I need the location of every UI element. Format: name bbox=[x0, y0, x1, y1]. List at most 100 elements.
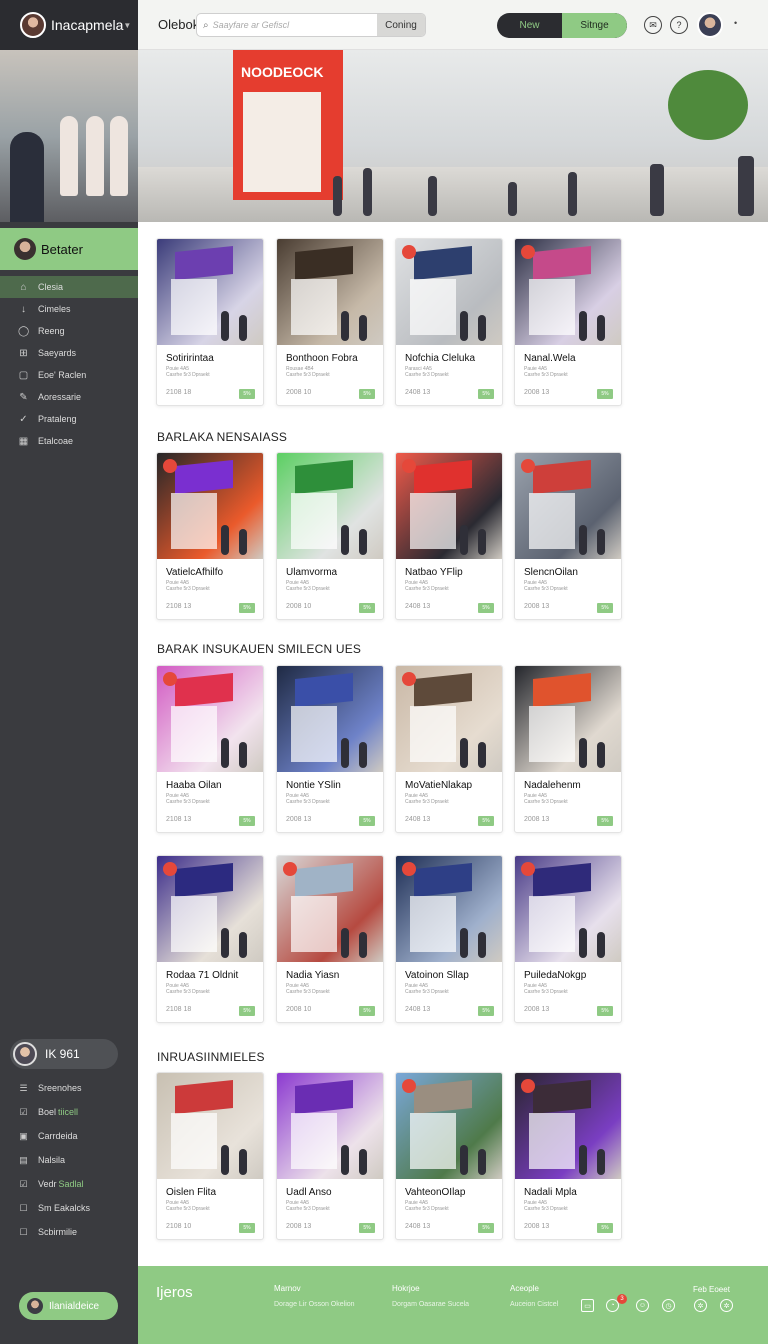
product-title[interactable]: Vatoinon Sllap bbox=[405, 970, 469, 981]
toggle-new[interactable]: New bbox=[497, 13, 562, 38]
search-box[interactable]: ⌕ Saayfare ar Gefiscl Coning bbox=[196, 13, 426, 37]
product-image[interactable] bbox=[157, 666, 263, 772]
product-image[interactable] bbox=[515, 1073, 621, 1179]
sidebar-item[interactable]: ◯ Reeng bbox=[0, 320, 138, 342]
product-card[interactable]: Bonthoon Fobra Rousae 4B4 Casrhe 5r3 Dprae… bbox=[276, 238, 384, 406]
avatar-icon[interactable] bbox=[697, 12, 723, 38]
product-card[interactable]: Uadl Anso Pouie 4A5 Casrhe 5r3 Dpraekt 2008… bbox=[276, 1072, 384, 1240]
product-card[interactable]: Nadali Mpla Pauie 4A5 Casrhe 5r3 Dpraekt 20… bbox=[514, 1072, 622, 1240]
product-title[interactable]: Nanal.Wela bbox=[524, 353, 576, 364]
breadcrumb[interactable]: Olebok bbox=[158, 17, 199, 32]
discount-tag[interactable]: 5% bbox=[239, 389, 255, 399]
product-title[interactable]: Natbao YFlip bbox=[405, 567, 463, 578]
product-image[interactable] bbox=[515, 239, 621, 345]
product-title[interactable]: MoVatieNlakap bbox=[405, 780, 472, 791]
product-title[interactable]: VahteonOIlap bbox=[405, 1187, 465, 1198]
product-card[interactable]: SlencnOilan Pauie 4A5 Casrhe 5r3 Dpraekt 20… bbox=[514, 452, 622, 620]
toggle-single[interactable]: Sitnge bbox=[562, 13, 627, 38]
product-card[interactable]: Nadalehenm Pauie 4A5 Casrhe 5r3 Dpraekt 200… bbox=[514, 665, 622, 833]
product-card[interactable]: Nadia Yiasn Pouie 4A5 Casrhe 5r3 Dpraekt 20… bbox=[276, 855, 384, 1023]
product-image[interactable] bbox=[515, 453, 621, 559]
discount-tag[interactable]: 5% bbox=[597, 1223, 613, 1233]
product-card[interactable]: Haaba Oilan Pouie 4A5 Casrhe 5r3 Dpraekt 21… bbox=[156, 665, 264, 833]
discount-tag[interactable]: 5% bbox=[359, 1223, 375, 1233]
sidebar-item[interactable]: ▣ Carrdeida bbox=[0, 1124, 138, 1148]
discount-tag[interactable]: 5% bbox=[359, 389, 375, 399]
more-icon[interactable]: • bbox=[734, 18, 737, 28]
product-image[interactable] bbox=[396, 856, 502, 962]
search-input[interactable]: Saayfare ar Gefiscl bbox=[213, 20, 377, 30]
product-card[interactable]: Sotiririntaa Pouie 4A5 Casrhe 5r3 Dpraekt 2… bbox=[156, 238, 264, 406]
sidebar-item[interactable]: ✎ Aoressarie bbox=[0, 386, 138, 408]
discount-tag[interactable]: 5% bbox=[359, 816, 375, 826]
product-title[interactable]: Bonthoon Fobra bbox=[286, 353, 358, 364]
smile-icon[interactable]: ☺ bbox=[636, 1299, 649, 1312]
discount-tag[interactable]: 5% bbox=[359, 1006, 375, 1016]
product-title[interactable]: Nontie YSlin bbox=[286, 780, 341, 791]
discount-tag[interactable]: 5% bbox=[597, 389, 613, 399]
discount-tag[interactable]: 5% bbox=[359, 603, 375, 613]
discount-tag[interactable]: 5% bbox=[597, 1006, 613, 1016]
product-title[interactable]: PuiledaNokgp bbox=[524, 970, 586, 981]
product-image[interactable] bbox=[515, 856, 621, 962]
product-image[interactable] bbox=[157, 239, 263, 345]
sidebar-item[interactable]: ▤ Nalsila bbox=[0, 1148, 138, 1172]
product-card[interactable]: Natbao YFlip Pouie 4A5 Casrhe 5r3 Dpraekt 2… bbox=[395, 452, 503, 620]
sidebar-cta-button[interactable]: Ilanialdeice bbox=[19, 1292, 118, 1320]
message-icon[interactable]: ✉ bbox=[644, 16, 662, 34]
product-title[interactable]: Sotiririntaa bbox=[166, 353, 214, 364]
product-title[interactable]: Nadalehenm bbox=[524, 780, 581, 791]
mail-icon[interactable]: ▭ bbox=[581, 1299, 594, 1312]
product-title[interactable]: Oislen Flita bbox=[166, 1187, 216, 1198]
product-title[interactable]: Haaba Oilan bbox=[166, 780, 222, 791]
product-title[interactable]: VatielcAfhilfo bbox=[166, 567, 223, 578]
product-title[interactable]: Nofchia Cleluka bbox=[405, 353, 475, 364]
settings-icon[interactable]: ✲ bbox=[694, 1299, 707, 1312]
product-title[interactable]: Nadia Yiasn bbox=[286, 970, 339, 981]
product-image[interactable] bbox=[277, 239, 383, 345]
app-switcher[interactable]: Inacapmela ▼ bbox=[0, 0, 138, 50]
product-card[interactable]: Rodaa 71 Oldnit Pouie 4A5 Casrhe 5r3 Dprae… bbox=[156, 855, 264, 1023]
chevron-down-icon[interactable]: ▼ bbox=[123, 21, 131, 30]
product-title[interactable]: Nadali Mpla bbox=[524, 1187, 577, 1198]
discount-tag[interactable]: 5% bbox=[239, 603, 255, 613]
product-title[interactable]: SlencnOilan bbox=[524, 567, 578, 578]
footer-column[interactable]: Marnov Dorage Lir Osson Okelion bbox=[274, 1284, 355, 1308]
product-image[interactable] bbox=[277, 1073, 383, 1179]
product-title[interactable]: Uadl Anso bbox=[286, 1187, 332, 1198]
sidebar-item[interactable]: ✓ Prataleng bbox=[0, 408, 138, 430]
footer-column[interactable]: Hokrjoe Dorgam Oasarae Sucela bbox=[392, 1284, 469, 1308]
product-card[interactable]: Nofchia Cleluka Parasci 4A5 Casrhe 5r3 Dpr… bbox=[395, 238, 503, 406]
sidebar-item[interactable]: ☐ Sm Eakalcks bbox=[0, 1196, 138, 1220]
footer-logo[interactable]: Ijeros bbox=[156, 1284, 193, 1301]
view-toggle[interactable]: New Sitnge bbox=[497, 13, 627, 38]
product-image[interactable] bbox=[396, 239, 502, 345]
product-card[interactable]: Nanal.Wela Pauie 4A5 Casrhe 5r3 Dpraekt 200… bbox=[514, 238, 622, 406]
sidebar-item[interactable]: ⌂ Clesia bbox=[0, 276, 138, 298]
product-image[interactable] bbox=[157, 1073, 263, 1179]
discount-tag[interactable]: 5% bbox=[478, 603, 494, 613]
user-pill[interactable]: IK 961 bbox=[10, 1039, 118, 1069]
help-icon[interactable]: ? bbox=[670, 16, 688, 34]
product-image[interactable] bbox=[157, 453, 263, 559]
product-image[interactable] bbox=[277, 856, 383, 962]
product-image[interactable] bbox=[277, 453, 383, 559]
sidebar-section-header[interactable]: Betater bbox=[0, 228, 138, 270]
discount-tag[interactable]: 5% bbox=[478, 816, 494, 826]
product-card[interactable]: Oislen Flita Pouie 4A5 Casrhe 5r3 Dpraekt 2… bbox=[156, 1072, 264, 1240]
product-image[interactable] bbox=[277, 666, 383, 772]
product-title[interactable]: Ulamvorma bbox=[286, 567, 337, 578]
search-button[interactable]: Coning bbox=[377, 14, 425, 36]
sidebar-item[interactable]: ↓ Cimeles bbox=[0, 298, 138, 320]
product-card[interactable]: PuiledaNokgp Pauie 4A5 Casrhe 5r3 Dpraekt 2… bbox=[514, 855, 622, 1023]
clock-icon[interactable]: ◷ bbox=[662, 1299, 675, 1312]
sidebar-item[interactable]: ⊞ Saeyards bbox=[0, 342, 138, 364]
discount-tag[interactable]: 5% bbox=[239, 1223, 255, 1233]
product-title[interactable]: Rodaa 71 Oldnit bbox=[166, 970, 238, 981]
discount-tag[interactable]: 5% bbox=[478, 1006, 494, 1016]
product-card[interactable]: MoVatieNlakap Pauie 4A5 Casrhe 5r3 Dpraekt… bbox=[395, 665, 503, 833]
sidebar-item[interactable]: ▦ Etalcoae bbox=[0, 430, 138, 452]
discount-tag[interactable]: 5% bbox=[478, 389, 494, 399]
product-image[interactable] bbox=[515, 666, 621, 772]
sidebar-item[interactable]: ☰ Sreenohes bbox=[0, 1076, 138, 1100]
